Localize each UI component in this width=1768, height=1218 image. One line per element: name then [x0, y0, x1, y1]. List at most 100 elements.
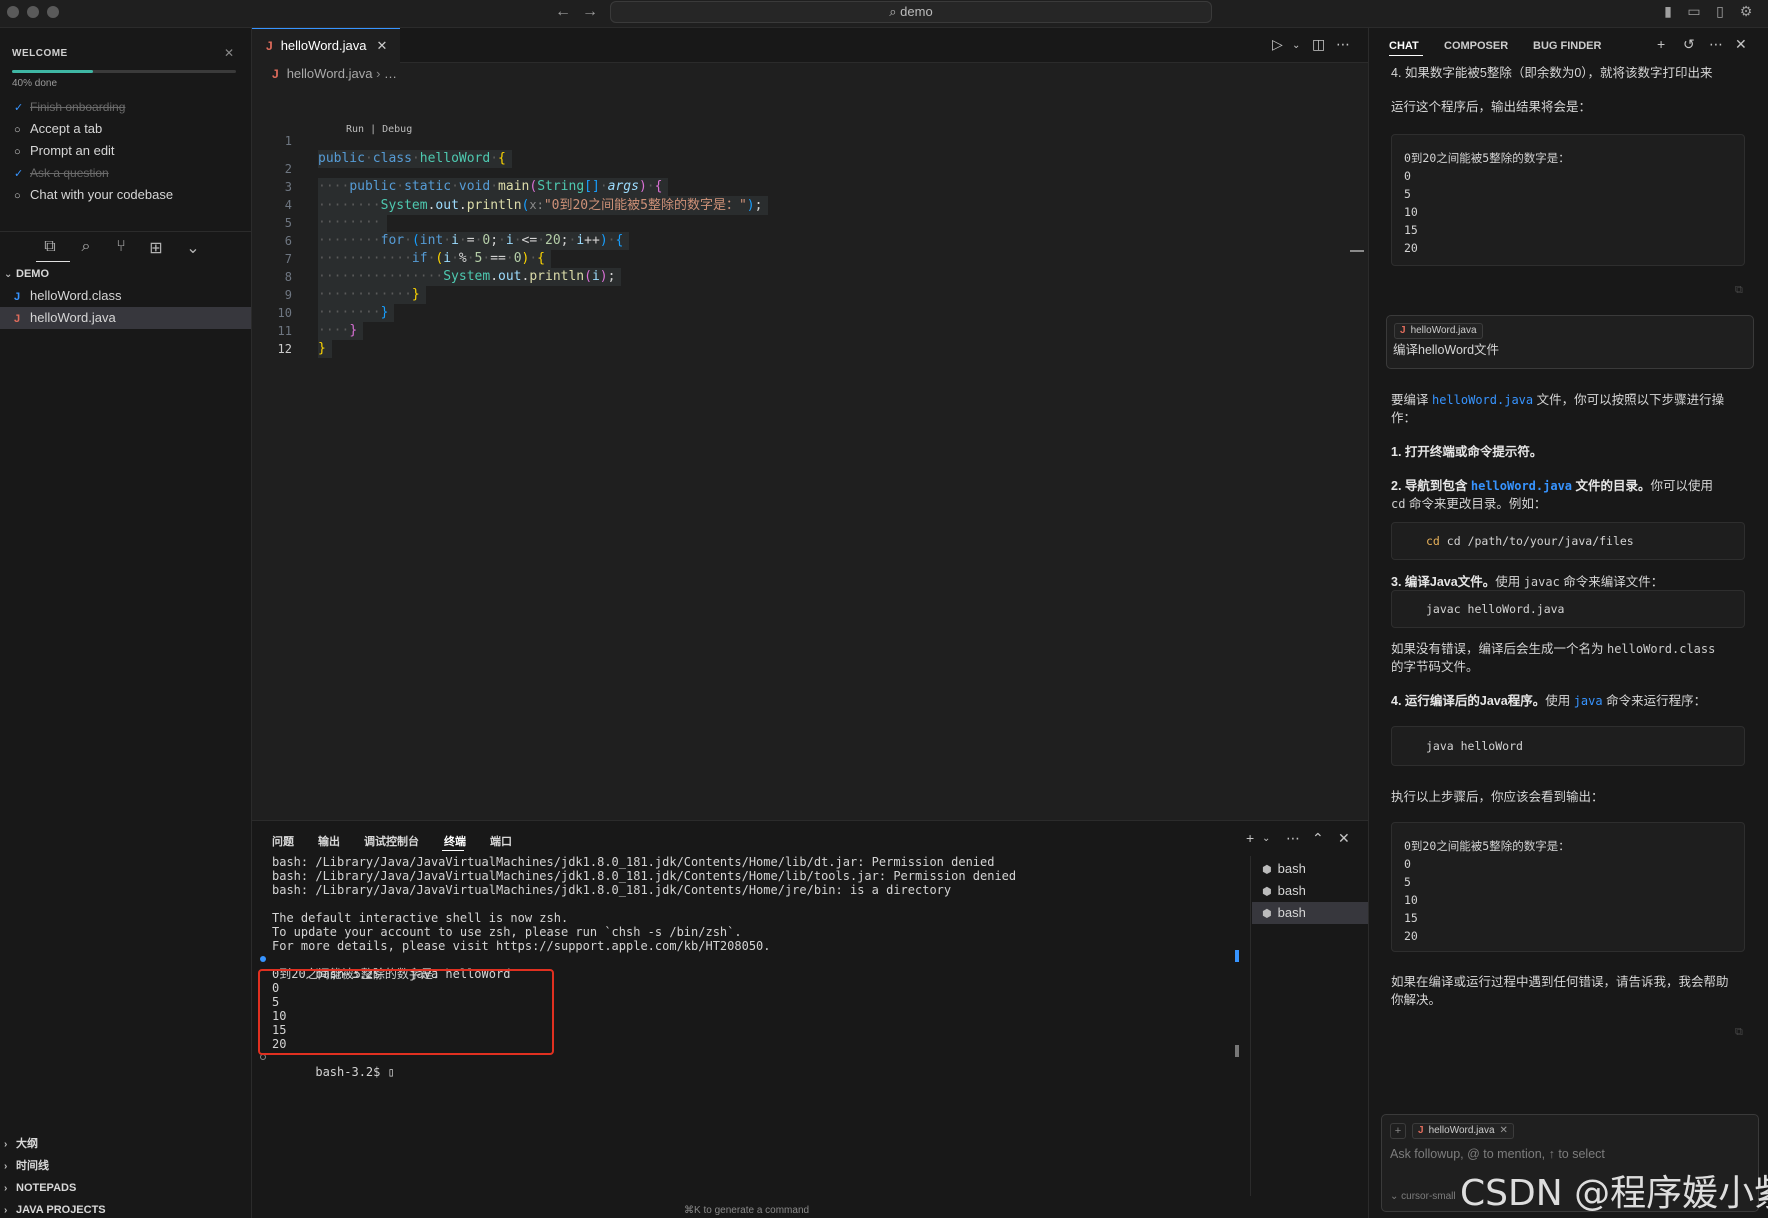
line-number: 12 [277, 342, 292, 356]
extensions-icon[interactable]: ⊞ [146, 238, 166, 258]
chat-step: 3. 编译Java文件。使用 javac 命令来编译文件： [1391, 575, 1664, 589]
close-panel-icon[interactable]: ✕ [1338, 830, 1350, 847]
new-chat-plus-icon[interactable]: + [1657, 36, 1665, 52]
code-line: 2 ····public·static·void·main(String[]·a… [252, 142, 669, 196]
command-center-search[interactable]: ⌕ demo [610, 1, 1212, 23]
chat-history-icon[interactable]: ↺ [1683, 36, 1695, 53]
close-chat-icon[interactable]: ✕ [1735, 36, 1747, 53]
chat-text: cd 命令来更改目录。例如： [1391, 497, 1547, 511]
chat-text: 你解决。 [1391, 993, 1442, 1007]
section-label: 大纲 [16, 1138, 38, 1150]
file-hello-word-class[interactable]: JhelloWord.class [0, 285, 251, 307]
section-java-projects[interactable]: › JAVA PROJECTS [0, 1200, 106, 1218]
copy-icon[interactable]: ⧉ [1735, 1026, 1743, 1039]
terminal-list-divider [1250, 856, 1251, 1196]
section-label: DEMO [16, 268, 49, 280]
panel-tab-problems[interactable]: 问题 [272, 833, 294, 849]
code-line: 1 public·class·helloWord·{ [252, 114, 512, 168]
panel-tab-ports[interactable]: 端口 [490, 833, 512, 849]
task-accept-a-tab[interactable]: ○ Accept a tab [14, 120, 102, 138]
window-minimize-button[interactable] [27, 6, 39, 18]
tab-close-icon[interactable]: ✕ [376, 38, 387, 53]
param-hint: x: [529, 198, 544, 212]
code-block-cd: cd cd /path/to/your/java/files [1391, 522, 1745, 560]
terminal-scrollbar[interactable] [1235, 1045, 1239, 1057]
pill-label: helloWord.java [1428, 1125, 1495, 1136]
breadcrumb-rest: … [384, 66, 398, 81]
forward-arrow-icon[interactable]: → [582, 3, 598, 21]
panel-tab-terminal[interactable]: 终端 [444, 833, 466, 849]
chat-input-placeholder[interactable]: Ask followup, @ to mention, ↑ to select [1390, 1147, 1605, 1161]
window-zoom-button[interactable] [47, 6, 59, 18]
settings-gear-icon[interactable]: ⚙ [1738, 3, 1754, 19]
primary-sidebar: WELCOME ✕ 40% done ✓ Finish onboarding ○ A… [0, 28, 252, 1218]
input-file-pill[interactable]: JhelloWord.java ✕ [1412, 1123, 1514, 1139]
task-finish-onboarding[interactable]: ✓ Finish onboarding [14, 98, 125, 116]
back-arrow-icon[interactable]: ← [555, 3, 571, 21]
chat-text: 作： [1391, 411, 1417, 425]
code-line: 5 ········for·(int·i·=·0;·i·<=·20;·i++)·… [252, 196, 630, 250]
run-play-icon[interactable]: ▷ [1272, 36, 1283, 53]
explorer-section-demo[interactable]: ⌄ DEMO [0, 264, 49, 284]
code-block-line: 10 [1404, 893, 1418, 907]
terminal-options-chevron-icon[interactable]: ⌄ [1262, 833, 1270, 844]
java-file-icon: J [266, 39, 273, 53]
output-code-block-2: 0到20之间能被5整除的数字是： 0 5 10 15 20 [1391, 822, 1745, 952]
add-context-plus-icon[interactable]: + [1390, 1123, 1406, 1139]
terminal-line: The default interactive shell is now zsh… [272, 911, 569, 925]
codelens-run-debug[interactable]: Run | Debug [346, 124, 412, 135]
task-prompt-an-edit[interactable]: ○ Prompt an edit [14, 142, 115, 160]
panel-tab-debug-console[interactable]: 调试控制台 [364, 833, 419, 849]
file-name: helloWord.java [30, 310, 116, 325]
file-hello-word-java[interactable]: JhelloWord.java [0, 307, 251, 329]
panel-more-icon[interactable]: ⋯ [1286, 830, 1300, 847]
task-chat-with-codebase[interactable]: ○ Chat with your codebase [14, 186, 173, 204]
toggle-secondary-sidebar-icon[interactable]: ▯ [1712, 3, 1728, 19]
code-block-line: 0 [1404, 857, 1411, 871]
panel-tab-output[interactable]: 输出 [318, 833, 340, 849]
source-control-icon[interactable]: ⑂ [111, 238, 131, 258]
code-block-line: 10 [1404, 205, 1418, 219]
check-icon: ✓ [14, 168, 24, 180]
chat-text: 的字节码文件。 [1391, 660, 1479, 674]
section-timeline[interactable]: › 时间线 [0, 1156, 49, 1176]
welcome-close-icon[interactable]: ✕ [224, 46, 234, 60]
copy-icon[interactable]: ⧉ [1735, 284, 1743, 297]
code-block-line: 20 [1404, 929, 1418, 943]
toggle-panel-icon[interactable]: ▭ [1686, 3, 1702, 19]
terminal-instance-bash-2[interactable]: ⬢ bash [1252, 880, 1368, 902]
task-ask-a-question[interactable]: ✓ Ask a question [14, 164, 109, 182]
search-icon[interactable]: ⌕ [76, 238, 96, 258]
code-block-line: 5 [1404, 187, 1411, 201]
pill-remove-icon[interactable]: ✕ [1500, 1125, 1508, 1136]
chat-tab-chat[interactable]: CHAT [1389, 40, 1419, 52]
terminal-scroll-marker [1235, 950, 1239, 962]
more-actions-icon[interactable]: ⋯ [1336, 36, 1350, 53]
code-block-line: 0 [1404, 169, 1411, 183]
chevron-right-icon: › [4, 1183, 8, 1194]
chat-tab-composer[interactable]: COMPOSER [1444, 40, 1508, 52]
section-outline[interactable]: › 大纲 [0, 1134, 38, 1154]
more-views-chevron-icon[interactable]: ⌄ [183, 238, 203, 258]
string-literal: "0到20之间能被5整除的数字是：" [543, 198, 747, 213]
terminal-line: For more details, please visit https://s… [272, 939, 771, 953]
output-highlight-box [258, 969, 554, 1055]
window-close-button[interactable] [7, 6, 19, 18]
shell-label: bash [1277, 905, 1306, 920]
file-context-pill[interactable]: JhelloWord.java [1394, 323, 1483, 339]
split-editor-icon[interactable]: ◫ [1312, 36, 1325, 53]
explorer-files-icon[interactable]: ⧉ [40, 238, 60, 258]
model-selector[interactable]: ⌄ cursor-small [1390, 1191, 1456, 1202]
breadcrumb[interactable]: JhelloWord.java › … [272, 66, 397, 81]
tab-hello-word-java[interactable]: JhelloWord.java ✕ [252, 28, 400, 63]
chat-more-icon[interactable]: ⋯ [1709, 36, 1723, 53]
new-terminal-plus-icon[interactable]: + [1246, 830, 1254, 846]
terminal-instance-bash-3[interactable]: ⬢ bash [1252, 902, 1368, 924]
section-notepads[interactable]: › NOTEPADS [0, 1178, 76, 1198]
maximize-panel-chevron-up-icon[interactable]: ⌃ [1312, 830, 1324, 847]
toggle-sidebar-icon[interactable]: ▮ [1660, 3, 1676, 19]
run-options-chevron-icon[interactable]: ⌄ [1292, 40, 1300, 51]
terminal-instance-bash-1[interactable]: ⬢ bash [1252, 858, 1368, 880]
chat-tab-bug-finder[interactable]: BUG FINDER [1533, 40, 1601, 52]
user-message-bubble[interactable]: JhelloWord.java 编译helloWord文件 [1386, 315, 1754, 369]
